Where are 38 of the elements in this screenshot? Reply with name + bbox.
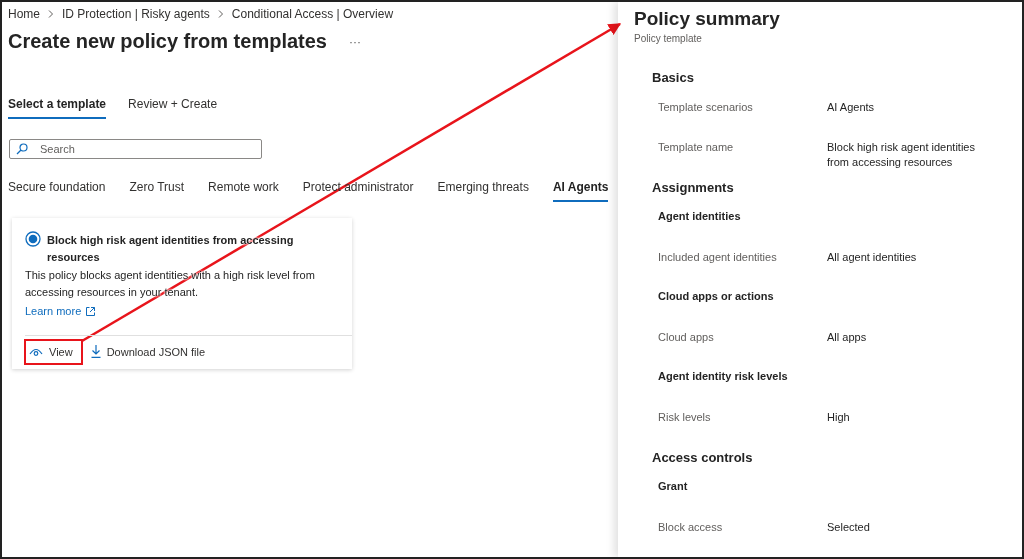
field-value: All apps [827,330,868,345]
view-button[interactable]: View [25,342,77,361]
section-heading: Access controls [652,450,754,467]
tab[interactable]: Emerging threats [437,176,529,202]
field-label: Template name [658,140,735,155]
learn-more-link[interactable]: Learn more [25,305,96,317]
more-button[interactable]: ··· [349,34,361,49]
subsection-heading: Agent identities [657,210,742,224]
search-field[interactable]: Search [9,139,262,159]
field-label: Cloud apps [658,330,715,345]
section-heading: Basics [652,70,695,87]
field-value: Block high risk agent identities from accessing resources [827,140,976,170]
tab[interactable]: Zero Trust [129,176,185,202]
field-label: Template scenarios [658,100,754,115]
section-heading: Assignments [652,180,735,197]
tab[interactable]: Review + Create [128,93,218,119]
field-label: Risk levels [658,410,712,425]
breadcrumb-link[interactable]: ID Protection | Risky agents [62,7,210,21]
field-value: Selected [827,520,871,535]
download-button[interactable]: Download JSON file [86,342,210,361]
breadcrumb-link[interactable]: Conditional Access | Overview [231,7,394,21]
field-value: AI Agents [827,100,876,115]
tab[interactable]: Remote work [208,176,279,202]
page-title: Create new policy from templates [8,30,327,53]
field-value: All agent identities [827,250,918,265]
subsection-heading: Agent identity risk levels [657,370,789,384]
field-label: Included agent identities [658,250,778,265]
breadcrumb-link[interactable]: Home [8,7,40,21]
tab[interactable]: Select a template [8,93,107,119]
tab[interactable]: Protect administrator [302,176,414,202]
tab[interactable]: AI Agents [552,176,609,202]
panel-subtitle: Policy template [634,33,703,44]
subsection-heading: Grant [657,480,689,494]
field-value: High [827,410,851,425]
field-label: Block access [658,520,724,535]
panel-title: Policy summary [634,8,781,30]
tab[interactable]: Secure foundation [8,176,106,202]
subsection-heading: Cloud apps or actions [657,290,775,304]
